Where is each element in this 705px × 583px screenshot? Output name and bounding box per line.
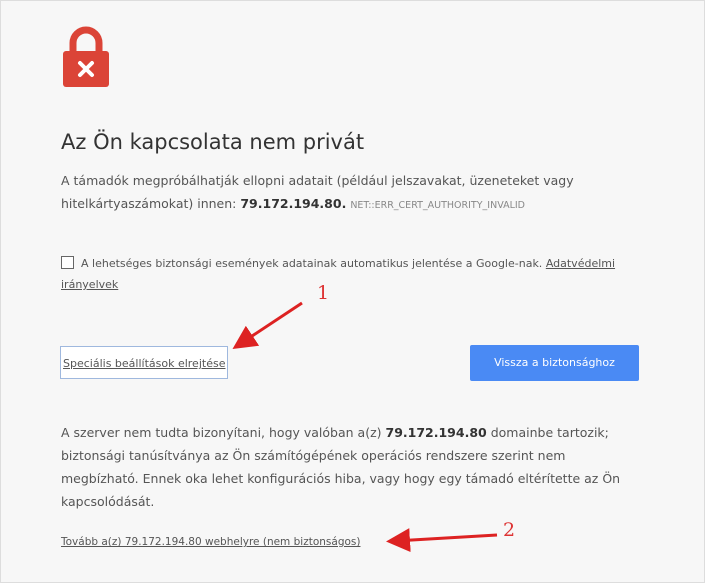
host-address: 79.172.194.80. xyxy=(240,196,347,211)
hide-advanced-button[interactable]: Speciális beállítások elrejtése xyxy=(60,346,229,379)
report-checkbox-row: A lehetséges biztonsági események adatai… xyxy=(61,253,651,295)
details-domain: 79.172.194.80 xyxy=(385,425,487,440)
back-to-safety-button[interactable]: Vissza a biztonsághoz xyxy=(470,345,639,381)
details-text: A szerver nem tudta bizonyítani, hogy va… xyxy=(61,421,641,513)
report-checkbox-label: A lehetséges biztonsági események adatai… xyxy=(81,257,543,270)
error-code: NET::ERR_CERT_AUTHORITY_INVALID xyxy=(350,200,525,211)
proceed-unsafe-link[interactable]: Tovább a(z) 79.172.194.80 webhelyre (nem… xyxy=(61,536,360,548)
details-part1: A szerver nem tudta bizonyítani, hogy va… xyxy=(61,425,382,440)
report-checkbox[interactable] xyxy=(61,256,74,269)
page-title: Az Ön kapcsolata nem privát xyxy=(61,130,365,154)
annotation-label-2: 2 xyxy=(503,519,516,541)
lock-icon xyxy=(61,23,111,89)
interstitial-page: Az Ön kapcsolata nem privát A támadók me… xyxy=(0,0,705,583)
description-text: A támadók megpróbálhatják ellopni adatai… xyxy=(61,169,621,217)
annotation-label-1: 1 xyxy=(317,282,330,304)
